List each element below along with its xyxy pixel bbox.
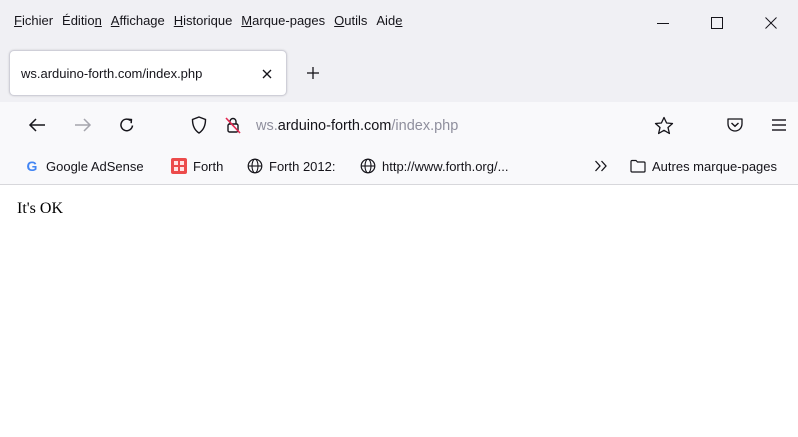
menu-affichage[interactable]: Affichage bbox=[111, 13, 165, 28]
maximize-button[interactable] bbox=[690, 0, 744, 46]
shield-icon bbox=[191, 116, 207, 134]
menu-fichier[interactable]: Fichier bbox=[14, 13, 53, 28]
globe-icon bbox=[360, 158, 376, 174]
tab-strip: ws.arduino-forth.com/index.php bbox=[0, 46, 798, 102]
other-bookmarks-folder[interactable]: Autres marque-pages bbox=[630, 158, 777, 174]
address-bar-url[interactable]: ws.arduino-forth.com/index.php bbox=[256, 118, 458, 134]
tab-title: ws.arduino-forth.com/index.php bbox=[21, 66, 203, 81]
minimize-icon bbox=[657, 23, 669, 24]
menu-aide[interactable]: Aide bbox=[376, 13, 402, 28]
page-body-text: It's OK bbox=[17, 200, 63, 217]
tab-active[interactable]: ws.arduino-forth.com/index.php bbox=[9, 50, 287, 96]
pocket-icon bbox=[727, 118, 743, 132]
bookmarks-overflow-button[interactable] bbox=[591, 157, 611, 175]
close-button[interactable] bbox=[744, 0, 798, 46]
app-menu-button[interactable] bbox=[766, 112, 792, 138]
bookmark-label: Google AdSense bbox=[46, 158, 144, 174]
url-host-prefix: ws. bbox=[256, 118, 278, 134]
reload-icon bbox=[120, 118, 134, 132]
back-button[interactable] bbox=[24, 112, 50, 138]
menu-edition[interactable]: Édition bbox=[62, 13, 102, 28]
close-icon bbox=[765, 17, 777, 29]
page-content: It's OK bbox=[0, 186, 798, 437]
bookmark-forth[interactable]: Forth bbox=[171, 158, 223, 174]
bookmark-google-adsense[interactable]: G Google AdSense bbox=[24, 158, 144, 174]
bookmark-forth-2012[interactable]: Forth 2012: bbox=[247, 158, 336, 174]
bookmark-star-button[interactable] bbox=[651, 112, 677, 138]
site-security-button[interactable] bbox=[220, 112, 246, 138]
bookmark-label: Forth bbox=[193, 158, 224, 174]
menu-bar: Fichier Édition Affichage Historique Mar… bbox=[0, 0, 798, 46]
url-path: /index.php bbox=[391, 118, 459, 134]
bookmark-forth-org[interactable]: http://www.forth.org/... bbox=[360, 158, 508, 174]
bookmarks-toolbar: G Google AdSense Forth Forth 2012: http:… bbox=[0, 148, 798, 185]
bookmark-label: Forth 2012: bbox=[269, 158, 336, 174]
folder-icon bbox=[630, 158, 646, 174]
menu-items: Fichier Édition Affichage Historique Mar… bbox=[14, 13, 411, 28]
google-icon: G bbox=[26, 158, 38, 174]
close-icon bbox=[262, 69, 272, 79]
plus-icon bbox=[307, 67, 319, 79]
arrow-right-icon bbox=[75, 118, 92, 132]
menu-historique[interactable]: Historique bbox=[174, 13, 233, 28]
hamburger-menu-icon bbox=[772, 119, 786, 131]
window-controls bbox=[636, 0, 798, 46]
menu-marque-pages[interactable]: Marque-pages bbox=[241, 13, 325, 28]
bookmark-label: http://www.forth.org/... bbox=[382, 158, 509, 174]
forth-icon bbox=[171, 158, 187, 174]
minimize-button[interactable] bbox=[636, 0, 690, 46]
tracking-protection-button[interactable] bbox=[186, 112, 212, 138]
pocket-button[interactable] bbox=[722, 112, 748, 138]
maximize-icon bbox=[711, 17, 723, 29]
double-chevron-right-icon bbox=[595, 160, 607, 172]
forward-button[interactable] bbox=[70, 112, 96, 138]
tab-close-button[interactable] bbox=[255, 62, 279, 86]
arrow-left-icon bbox=[28, 118, 45, 132]
url-host: arduino-forth.com bbox=[277, 118, 392, 134]
other-bookmarks-label: Autres marque-pages bbox=[652, 158, 778, 174]
new-tab-button[interactable] bbox=[300, 60, 326, 86]
star-icon bbox=[654, 116, 674, 134]
insecure-lock-icon bbox=[225, 117, 241, 134]
globe-icon bbox=[247, 158, 263, 174]
menu-outils[interactable]: Outils bbox=[334, 13, 367, 28]
navigation-toolbar: ws.arduino-forth.com/index.php bbox=[0, 102, 798, 148]
reload-button[interactable] bbox=[114, 112, 140, 138]
